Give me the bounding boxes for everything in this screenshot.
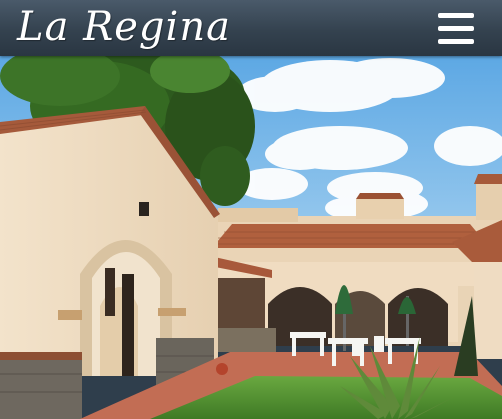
- menu-bar-bottom: [438, 39, 474, 44]
- menu-bar-top: [438, 13, 474, 18]
- hero-image: [0, 56, 502, 419]
- hamburger-menu-button[interactable]: [432, 10, 480, 50]
- page: La Regina: [0, 0, 502, 419]
- right-wall: [474, 264, 502, 359]
- hero-photo: [0, 56, 502, 419]
- site-logo[interactable]: La Regina: [17, 4, 231, 50]
- planter: [218, 328, 276, 352]
- menu-bar-middle: [438, 26, 474, 31]
- flower-pot: [216, 363, 228, 375]
- top-header: La Regina: [0, 0, 502, 56]
